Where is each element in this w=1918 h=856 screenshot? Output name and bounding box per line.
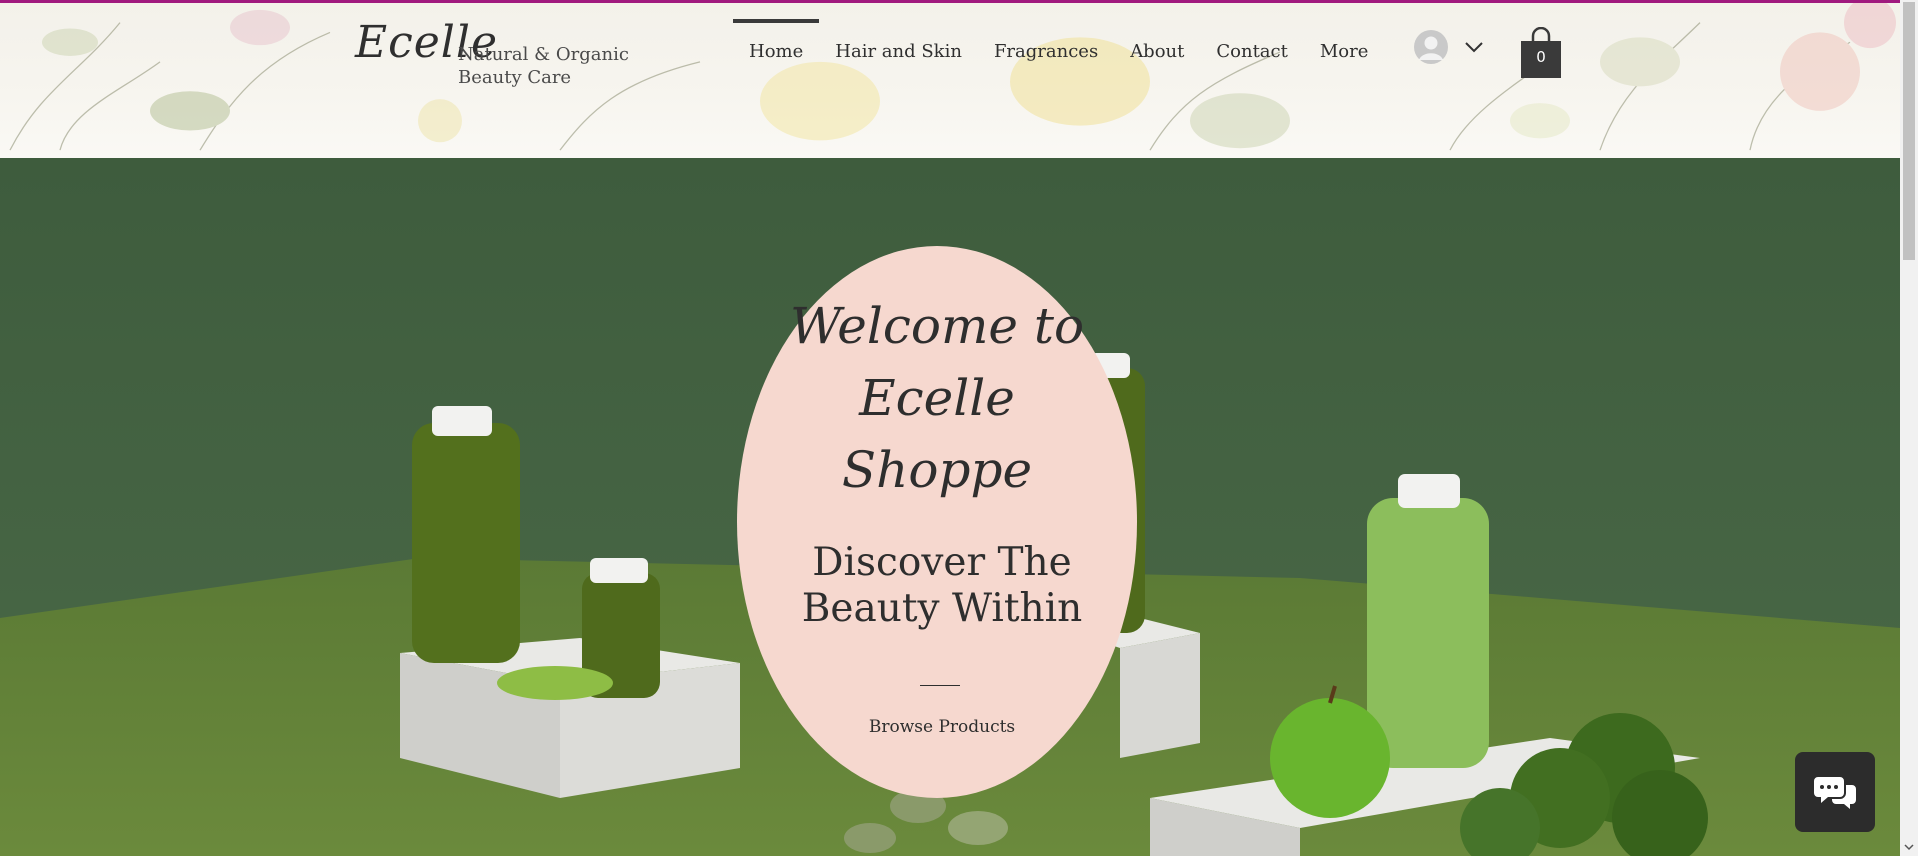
brand-tagline: Natural & Organic Beauty Care	[458, 44, 629, 88]
welcome-line-1: Welcome to	[789, 297, 1085, 355]
nav-hair-and-skin[interactable]: Hair and Skin	[819, 19, 978, 89]
nav-fragrances[interactable]: Fragrances	[978, 19, 1114, 89]
hero-headline: Discover The Beauty Within	[737, 540, 1147, 632]
nav-more[interactable]: More	[1304, 19, 1385, 89]
chevron-down-icon[interactable]	[1464, 40, 1484, 54]
page-scrollbar[interactable]	[1900, 0, 1918, 856]
browse-products-link[interactable]: Browse Products	[737, 717, 1147, 737]
welcome-line-3: Shoppe	[841, 441, 1033, 499]
chat-bubbles-icon	[1814, 777, 1856, 809]
welcome-heading: Welcome to Ecelle Shoppe	[737, 290, 1137, 506]
cart-count: 0	[1536, 48, 1546, 66]
chat-button[interactable]	[1795, 752, 1875, 832]
scroll-down-arrow-icon[interactable]	[1904, 842, 1914, 852]
hero-headline-line-1: Discover The	[812, 540, 1072, 585]
nav-home[interactable]: Home	[733, 19, 820, 89]
cart-button[interactable]: 0	[1520, 26, 1562, 79]
hero-divider	[920, 685, 960, 686]
account-menu[interactable]	[1414, 30, 1484, 66]
welcome-line-2: Ecelle	[859, 369, 1015, 427]
nav-contact[interactable]: Contact	[1200, 19, 1303, 89]
site-header: Ecelle Natural & Organic Beauty Care Hom…	[0, 0, 1900, 158]
main-nav: Home Hair and Skin Fragrances About Cont…	[733, 19, 1384, 89]
hero-section	[0, 158, 1900, 856]
hero-headline-line-2: Beauty Within	[801, 586, 1083, 631]
scrollbar-thumb[interactable]	[1903, 2, 1915, 260]
user-avatar-icon[interactable]	[1414, 30, 1448, 64]
nav-about[interactable]: About	[1114, 19, 1200, 89]
